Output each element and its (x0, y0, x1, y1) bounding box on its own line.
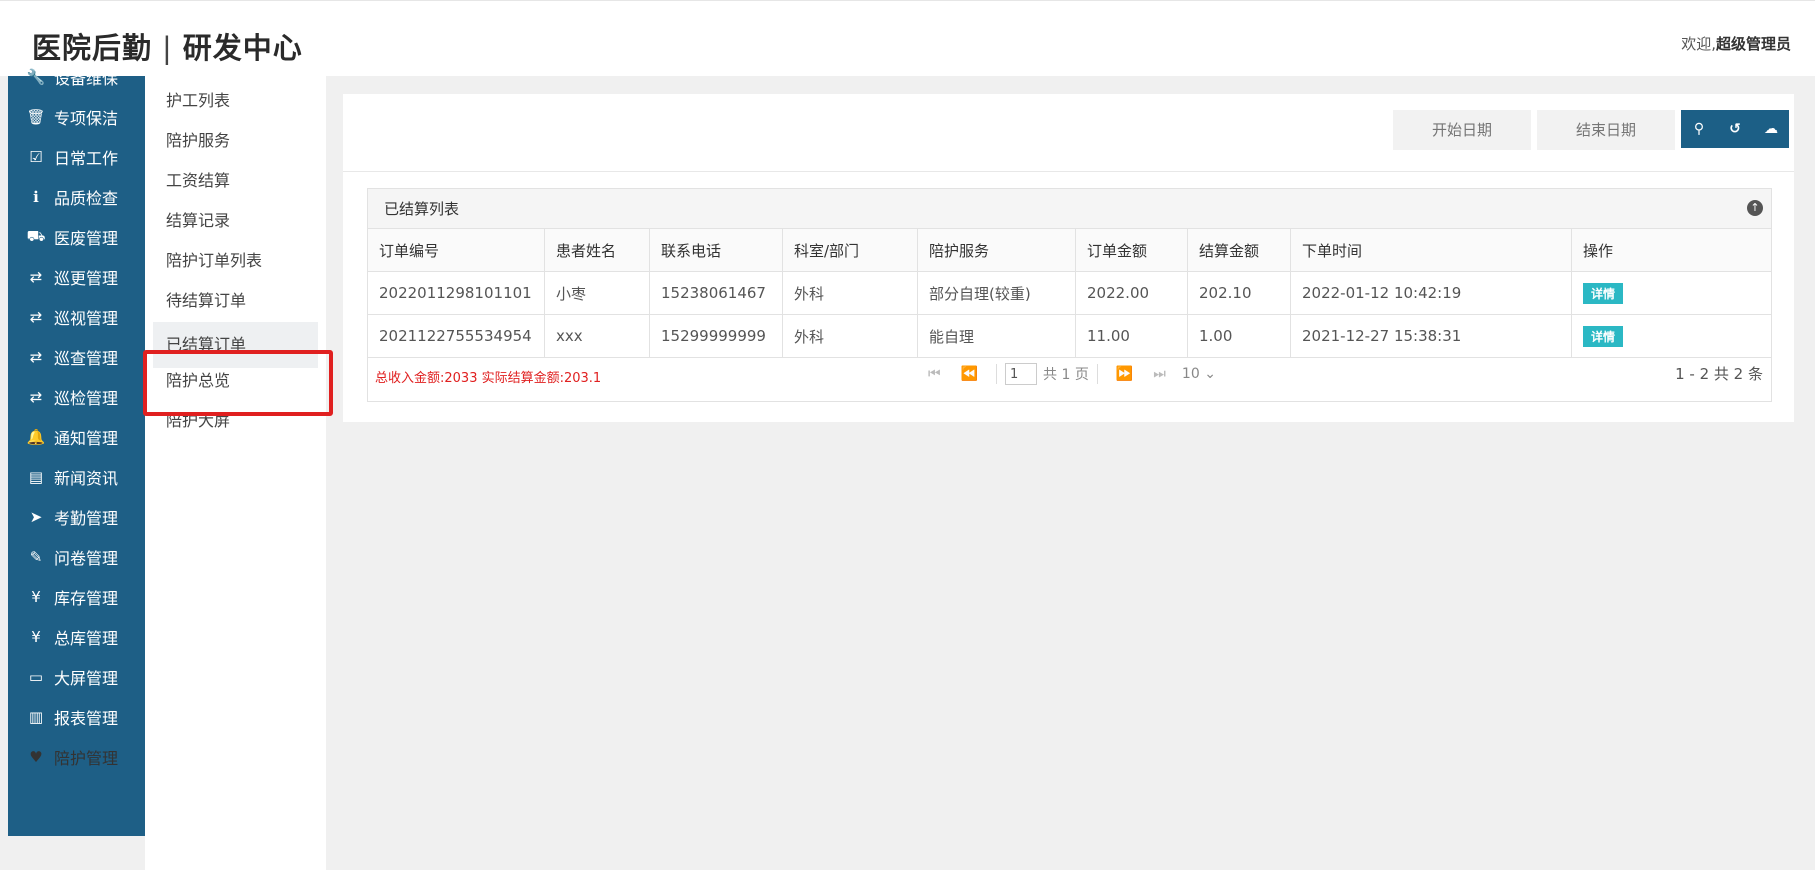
sidebar-item-label: 陪护管理 (54, 749, 119, 768)
sidebar-item-label: 巡视管理 (54, 309, 119, 328)
heartbeat-icon: ♥ (29, 748, 43, 766)
sidebar-item-label: 问卷管理 (54, 549, 119, 568)
column-header: 订单编号 (368, 229, 545, 272)
sidebar-item-label: 品质检查 (54, 189, 119, 208)
table-row: 2022011298101101 小枣 15238061467 外科 部分自理(较重) 2… (368, 271, 1771, 315)
detail-button[interactable]: 详情 (1583, 325, 1624, 347)
toolbar: ⚲ ↺ ☁ (343, 94, 1794, 172)
table-cell: 2022011298101101 (368, 271, 545, 315)
truck-icon: ⛟ (26, 227, 46, 245)
panel-header: 已结算列表 ↑ (368, 189, 1771, 229)
chevron-down-icon: ⌄ (1204, 366, 1216, 382)
undo-icon: ↺ (1729, 121, 1741, 137)
welcome-text: 欢迎,超级管理员 (1681, 33, 1791, 54)
location-arrow-icon: ➤ (29, 508, 43, 526)
sidebar-item-label: 新闻资讯 (54, 469, 119, 488)
export-button[interactable]: ☁ (1753, 110, 1789, 148)
table-footer: 总收入金额:2033 实际结算金额:203.1 ⏮ ⏪ 共 1 页 ⏩ ⏭ 10… (368, 349, 1771, 399)
top-header: 医院后勤 | 研发中心 欢迎,超级管理员 (0, 0, 1815, 76)
submenu-item[interactable]: 待结算订单 (153, 278, 318, 324)
table-cell: 小枣 (544, 271, 650, 315)
sidebar-item-label: 日常工作 (54, 149, 119, 168)
sidebar-item-label: 巡更管理 (54, 269, 119, 288)
table-cell: 2022-01-12 10:42:19 (1290, 271, 1572, 315)
column-header: 结算金额 (1187, 229, 1291, 272)
settled-orders-table: 订单编号 患者姓名 联系电话 科室/部门 陪护服务 订单金额 结算金额 下单时间 操作 2022… (368, 229, 1771, 358)
pager-divider (1096, 364, 1098, 384)
column-header: 患者姓名 (544, 229, 650, 272)
collapse-up-icon[interactable]: ↑ (1747, 200, 1763, 216)
random-icon: ⇄ (29, 348, 43, 366)
last-page-icon[interactable]: ⏭ (1153, 366, 1166, 382)
logo-subtitle: 研发中心 (182, 31, 303, 65)
panel-title: 已结算列表 (384, 200, 460, 218)
sidebar-item-label: 大屏管理 (54, 669, 119, 688)
sidebar-item-label: 巡查管理 (54, 349, 119, 368)
sidebar-item[interactable]: ♥ 陪护管理 (8, 734, 145, 780)
total-pages-text: 共 1 页 (1043, 367, 1089, 383)
column-header: 操作 (1571, 229, 1771, 272)
random-icon: ⇄ (29, 268, 43, 286)
next-page-icon[interactable]: ⏩ (1116, 366, 1133, 382)
page-size-value: 10 (1181, 366, 1200, 382)
welcome-prefix: 欢迎, (1681, 35, 1716, 53)
pager-divider (996, 364, 998, 384)
sidebar-item-label: 通知管理 (54, 429, 119, 448)
newspaper-icon: ▤ (28, 468, 44, 486)
random-icon: ⇄ (29, 388, 43, 406)
column-header: 陪护服务 (917, 229, 1076, 272)
totals-text: 总收入金额:2033 实际结算金额:203.1 (375, 371, 602, 386)
sidebar-item-label: 库存管理 (54, 589, 119, 608)
random-icon: ⇄ (29, 308, 43, 326)
info-circle-icon: ℹ (33, 188, 39, 206)
sidebar-item-label: 设备维保 (54, 69, 119, 88)
settled-list-panel: 已结算列表 ↑ 订单编号 患者姓名 联系电话 科室/部门 陪护服务 订单金额 结算金额 下单时… (367, 188, 1772, 402)
table-cell: 部分自理(较重) (917, 271, 1076, 315)
main-card: ⚲ ↺ ☁ 已结算列表 ↑ 订单编号患者姓名联系电话科室/部门陪护服务订单金额结… (343, 94, 1794, 422)
search-button[interactable]: ⚲ (1681, 110, 1717, 148)
wrench-icon: 🔧 (26, 68, 46, 86)
sidebar-item-label: 报表管理 (54, 709, 119, 728)
desktop-icon: ▭ (28, 668, 44, 686)
table-cell: 外科 (782, 271, 918, 315)
sidebar-item-label: 考勤管理 (54, 509, 119, 528)
active-item-highlight (143, 350, 333, 416)
yen-icon: ¥ (31, 628, 41, 646)
table-header-row: 订单编号 患者姓名 联系电话 科室/部门 陪护服务 订单金额 结算金额 下单时间 操作 (368, 229, 1771, 272)
first-page-icon[interactable]: ⏮ (928, 366, 941, 382)
page-size-select[interactable]: 10 ⌄ (1182, 366, 1216, 382)
table-cell: 2022.00 (1075, 271, 1188, 315)
sidebar-item-label: 医废管理 (54, 229, 119, 248)
bar-chart-icon: ▥ (28, 708, 44, 726)
start-date-input[interactable] (1393, 110, 1531, 150)
sidebar-item-label: 总库管理 (54, 629, 119, 648)
column-header: 下单时间 (1290, 229, 1572, 272)
column-header: 订单金额 (1075, 229, 1188, 272)
trash-icon: 🗑 (26, 108, 46, 126)
column-header: 联系电话 (649, 229, 783, 272)
pagination: ⏮ ⏪ 共 1 页 ⏩ ⏭ 10 ⌄ (918, 359, 1216, 389)
prev-page-icon[interactable]: ⏪ (961, 366, 978, 382)
edit-icon: ✎ (29, 548, 43, 566)
table-cell: 15238061467 (649, 271, 783, 315)
checkbox-icon: ☑ (29, 148, 43, 166)
search-icon: ⚲ (1693, 121, 1705, 137)
sidebar-item-label: 巡检管理 (54, 389, 119, 408)
user-name[interactable]: 超级管理员 (1716, 35, 1791, 53)
page-number-input[interactable] (1005, 363, 1038, 385)
sidebar-item-label: 专项保洁 (54, 109, 119, 128)
yen-icon: ¥ (31, 588, 41, 606)
end-date-input[interactable] (1537, 110, 1675, 150)
table-cell-action: 详情 (1571, 271, 1771, 315)
record-range-text: 1 - 2 共 2 条 (1675, 365, 1763, 383)
reset-button[interactable]: ↺ (1717, 110, 1753, 148)
bell-icon: 🔔 (26, 428, 46, 446)
detail-button[interactable]: 详情 (1583, 282, 1624, 304)
cloud-download-icon: ☁ (1764, 121, 1778, 137)
table-cell: 202.10 (1187, 271, 1291, 315)
logo-separator: | (162, 31, 173, 65)
column-header: 科室/部门 (782, 229, 918, 272)
